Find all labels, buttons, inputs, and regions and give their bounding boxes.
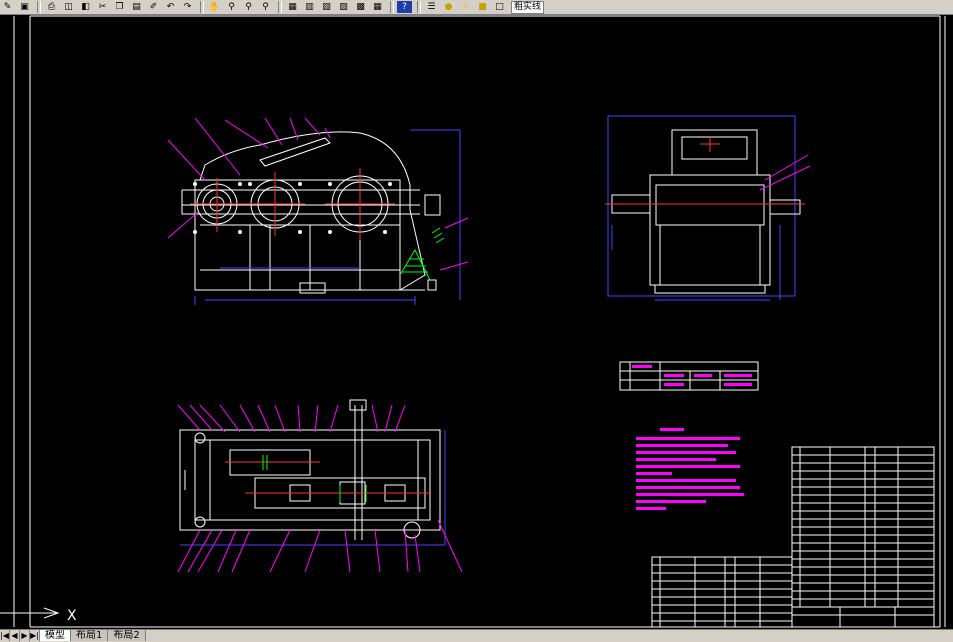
help-icon[interactable]: ?: [397, 1, 412, 13]
paste-icon[interactable]: ▤: [129, 1, 144, 13]
standard-toolbar: ✎ ▣ ⎙ ◫ ◧ ✂ ❐ ▤ ✐ ↶ ↷ ✋ ⚲ ⚲ ⚲ ▦ ▥ ▧ ▨ ▩ …: [0, 0, 953, 15]
cut-icon[interactable]: ✂: [95, 1, 110, 13]
layer-icon[interactable]: ☰: [424, 1, 439, 13]
current-layer-dropdown[interactable]: 粗实线: [511, 0, 545, 14]
lock-icon[interactable]: ■: [475, 1, 490, 13]
publish-icon[interactable]: ◧: [78, 1, 93, 13]
properties-icon[interactable]: ▦: [285, 1, 300, 13]
zoom-previous-icon[interactable]: ⚲: [258, 1, 273, 13]
save-icon[interactable]: ▣: [17, 1, 32, 13]
tab-layout2[interactable]: 布局2: [108, 630, 146, 641]
print-icon[interactable]: ⎙: [44, 1, 59, 13]
toolbar-separator: [200, 1, 204, 13]
tab-first-icon[interactable]: |◀: [0, 630, 10, 641]
tab-prev-icon[interactable]: ◀: [10, 630, 20, 641]
design-center-icon[interactable]: ▥: [302, 1, 317, 13]
draw-icon[interactable]: ✎: [0, 1, 15, 13]
tab-last-icon[interactable]: ▶|: [30, 630, 40, 641]
model-space-background: [0, 15, 953, 629]
drawing-canvas[interactable]: X: [0, 15, 953, 629]
copy-icon[interactable]: ❐: [112, 1, 127, 13]
markup-icon[interactable]: ▩: [353, 1, 368, 13]
preview-icon[interactable]: ◫: [61, 1, 76, 13]
toolbar-separator: [417, 1, 421, 13]
ucs-x-label: X: [67, 608, 77, 624]
zoom-realtime-icon[interactable]: ⚲: [224, 1, 239, 13]
zoom-window-icon[interactable]: ⚲: [241, 1, 256, 13]
sheet-set-icon[interactable]: ▨: [336, 1, 351, 13]
toolbar-separator: [278, 1, 282, 13]
match-icon[interactable]: ✐: [146, 1, 161, 13]
lightbulb-icon[interactable]: ●: [441, 1, 456, 13]
redo-icon[interactable]: ↷: [180, 1, 195, 13]
calculator-icon[interactable]: ▦: [370, 1, 385, 13]
toolbar-separator: [390, 1, 394, 13]
tab-next-icon[interactable]: ▶: [20, 630, 30, 641]
tab-model[interactable]: 模型: [40, 630, 71, 641]
tab-layout1[interactable]: 布局1: [71, 630, 109, 641]
sun-icon[interactable]: ☼: [458, 1, 473, 13]
pan-icon[interactable]: ✋: [207, 1, 222, 13]
toolbar-separator: [37, 1, 41, 13]
color-square-icon[interactable]: □: [492, 1, 507, 13]
tool-palette-icon[interactable]: ▧: [319, 1, 334, 13]
undo-icon[interactable]: ↶: [163, 1, 178, 13]
layout-tab-bar: |◀ ◀ ▶ ▶| 模型 布局1 布局2: [0, 629, 953, 642]
